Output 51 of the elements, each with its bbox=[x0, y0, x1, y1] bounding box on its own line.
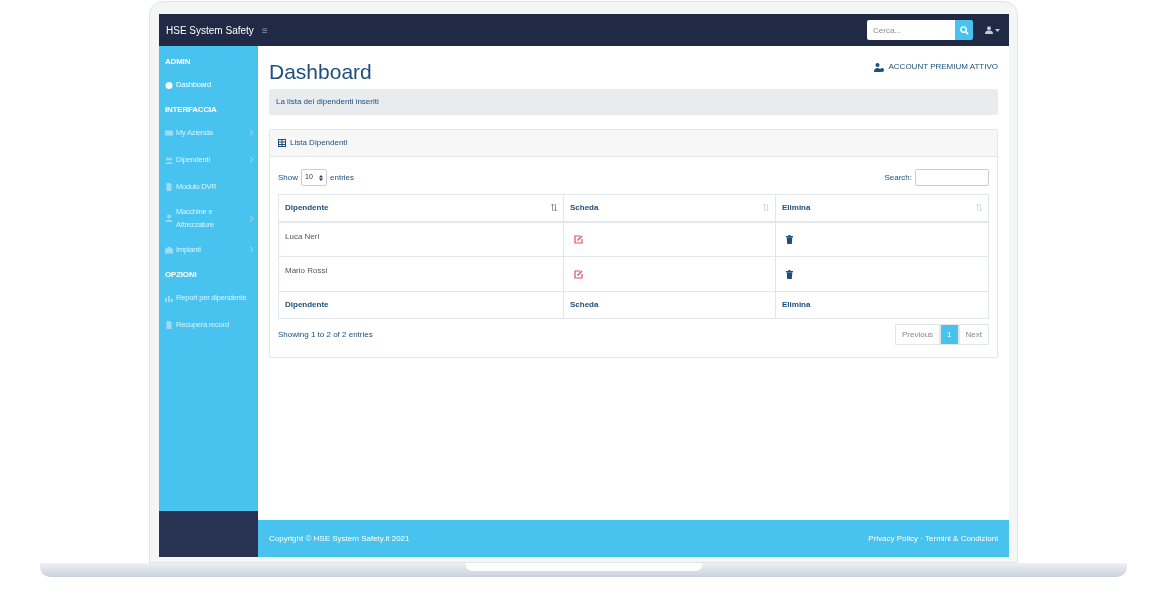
table-icon bbox=[278, 139, 286, 147]
sidebar-heading: INTERFACCIA bbox=[165, 104, 218, 116]
building-icon bbox=[165, 245, 173, 254]
user-icon bbox=[165, 214, 173, 222]
pagination-button[interactable]: Previous bbox=[894, 324, 941, 345]
select-arrows-icon bbox=[319, 174, 323, 181]
edit-icon[interactable] bbox=[574, 234, 583, 244]
breadcrumb-text: La lista dei dipendenti inseriti bbox=[276, 96, 379, 108]
copyright-text: Copyright © HSE System Safety.it 2021 bbox=[269, 532, 410, 545]
account-status-label: ACCOUNT PREMIUM ATTIVO bbox=[888, 61, 998, 73]
search-field[interactable]: Cerca... bbox=[867, 20, 955, 40]
pagination-button[interactable]: Next bbox=[958, 324, 989, 345]
sort-icon bbox=[976, 204, 982, 212]
card-title: Lista Dipendenti bbox=[290, 137, 348, 149]
page-title: Dashboard bbox=[269, 59, 372, 85]
search-label: Search: bbox=[884, 171, 912, 184]
column-header[interactable]: Dipendente bbox=[278, 194, 564, 222]
card-icon bbox=[165, 128, 173, 137]
trash-icon[interactable] bbox=[786, 234, 793, 244]
users-icon bbox=[165, 155, 173, 164]
pagination-button[interactable]: 1 bbox=[940, 324, 959, 345]
dashboard-icon bbox=[165, 80, 173, 89]
sidebar-heading: ADMIN bbox=[165, 56, 192, 68]
user-icon bbox=[985, 26, 993, 34]
file-icon bbox=[165, 320, 173, 329]
user-badge-icon bbox=[873, 62, 884, 72]
entries-label: entries bbox=[330, 171, 355, 184]
menu-icon[interactable]: ≡ bbox=[262, 22, 268, 38]
user-menu-button[interactable] bbox=[985, 26, 1000, 34]
column-footer: Dipendente bbox=[278, 291, 564, 319]
sort-icon bbox=[551, 204, 557, 212]
table-search-field[interactable] bbox=[915, 169, 989, 186]
edit-icon[interactable] bbox=[574, 269, 583, 279]
column-header[interactable]: Scheda bbox=[563, 194, 776, 222]
file-icon bbox=[165, 182, 173, 191]
sort-icon bbox=[763, 204, 769, 212]
table-cell: Mario Rossi bbox=[278, 256, 564, 292]
sidebar-heading: OPZIONI bbox=[165, 269, 198, 281]
table-info-text: Showing 1 to 2 of 2 entries bbox=[278, 328, 373, 341]
search-icon bbox=[959, 25, 969, 35]
column-footer: Scheda bbox=[563, 291, 776, 319]
search-button[interactable] bbox=[955, 20, 973, 40]
brand-title[interactable]: HSE System Safety bbox=[166, 22, 254, 38]
column-header[interactable]: Elimina bbox=[775, 194, 989, 222]
footer-links[interactable]: Privacy Policy · Termini & Condizioni bbox=[868, 532, 998, 545]
column-footer: Elimina bbox=[775, 291, 989, 319]
bar-chart-icon bbox=[165, 293, 173, 302]
caret-icon bbox=[995, 28, 1000, 32]
table-cell: Luca Neri bbox=[278, 221, 564, 257]
show-label: Show bbox=[278, 171, 298, 184]
trash-icon[interactable] bbox=[786, 269, 793, 279]
